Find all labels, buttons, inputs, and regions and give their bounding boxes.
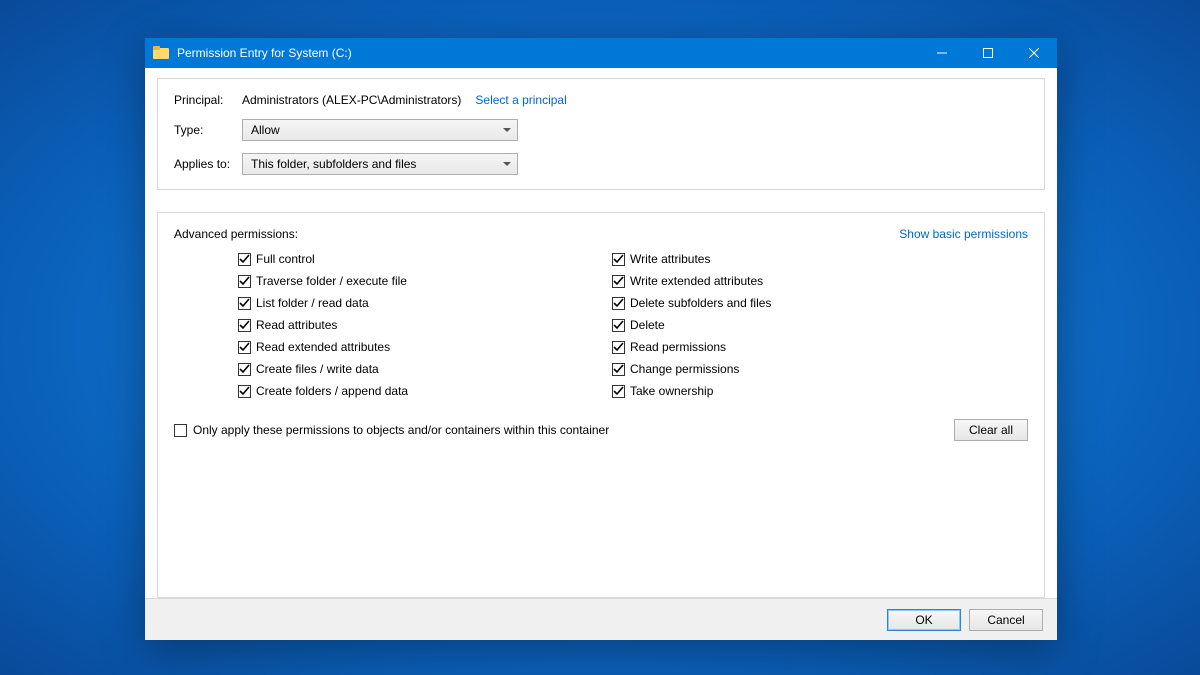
show-basic-permissions-link[interactable]: Show basic permissions <box>899 227 1028 241</box>
minimize-button[interactable] <box>919 38 965 68</box>
type-selected: Allow <box>251 123 497 137</box>
permission-row: Create folders / append data <box>238 383 612 399</box>
permission-checkbox[interactable] <box>612 385 625 398</box>
permission-row: Write attributes <box>612 251 986 267</box>
permission-row: Take ownership <box>612 383 986 399</box>
permission-label: Create folders / append data <box>256 383 408 399</box>
close-button[interactable] <box>1011 38 1057 68</box>
permissions-header: Advanced permissions: Show basic permiss… <box>174 227 1028 241</box>
principal-value: Administrators (ALEX-PC\Administrators) <box>242 93 461 107</box>
permission-checkbox[interactable] <box>612 253 625 266</box>
permission-label: Read attributes <box>256 317 337 333</box>
folder-icon <box>153 45 169 61</box>
applies-to-row: Applies to: This folder, subfolders and … <box>174 153 1028 175</box>
dialog-content: Principal: Administrators (ALEX-PC\Admin… <box>145 68 1057 598</box>
permission-checkbox[interactable] <box>238 275 251 288</box>
permission-checkbox[interactable] <box>612 363 625 376</box>
maximize-button[interactable] <box>965 38 1011 68</box>
permission-checkbox[interactable] <box>612 341 625 354</box>
permission-checkbox[interactable] <box>238 363 251 376</box>
permission-row: Change permissions <box>612 361 986 377</box>
permission-label: Delete subfolders and files <box>630 295 771 311</box>
permissions-panel: Advanced permissions: Show basic permiss… <box>157 212 1045 598</box>
ok-button[interactable]: OK <box>887 609 961 631</box>
principal-label: Principal: <box>174 93 242 107</box>
permission-row: Create files / write data <box>238 361 612 377</box>
only-apply-label: Only apply these permissions to objects … <box>193 423 609 437</box>
cancel-button[interactable]: Cancel <box>969 609 1043 631</box>
permission-checkbox[interactable] <box>612 275 625 288</box>
permission-label: Write extended attributes <box>630 273 763 289</box>
permission-label: Create files / write data <box>256 361 379 377</box>
permission-label: Full control <box>256 251 315 267</box>
principal-row: Principal: Administrators (ALEX-PC\Admin… <box>174 93 1028 107</box>
only-apply-row: Only apply these permissions to objects … <box>174 419 1028 441</box>
permission-label: List folder / read data <box>256 295 369 311</box>
permission-label: Read extended attributes <box>256 339 390 355</box>
permission-entry-window: Permission Entry for System (C:) Princip… <box>145 38 1057 640</box>
permission-label: Write attributes <box>630 251 710 267</box>
permission-checkbox[interactable] <box>238 297 251 310</box>
permission-row: List folder / read data <box>238 295 612 311</box>
dialog-footer: OK Cancel <box>145 598 1057 640</box>
permission-checkbox[interactable] <box>238 341 251 354</box>
permission-row: Full control <box>238 251 612 267</box>
clear-all-button[interactable]: Clear all <box>954 419 1028 441</box>
permission-checkbox[interactable] <box>238 385 251 398</box>
type-label: Type: <box>174 123 242 137</box>
applies-to-selected: This folder, subfolders and files <box>251 157 497 171</box>
permission-checkbox[interactable] <box>612 319 625 332</box>
permission-checkbox[interactable] <box>612 297 625 310</box>
permissions-columns: Full control Traverse folder / execute fi… <box>174 251 1028 399</box>
permissions-column-right: Write attributes Write extended attribute… <box>612 251 986 399</box>
chevron-down-icon <box>503 162 511 166</box>
titlebar[interactable]: Permission Entry for System (C:) <box>145 38 1057 68</box>
permission-checkbox[interactable] <box>238 253 251 266</box>
select-principal-link[interactable]: Select a principal <box>475 93 566 107</box>
advanced-permissions-label: Advanced permissions: <box>174 227 298 241</box>
permission-row: Write extended attributes <box>612 273 986 289</box>
window-title: Permission Entry for System (C:) <box>177 46 352 60</box>
only-apply-checkbox[interactable] <box>174 424 187 437</box>
permission-checkbox[interactable] <box>238 319 251 332</box>
type-dropdown[interactable]: Allow <box>242 119 518 141</box>
applies-to-dropdown[interactable]: This folder, subfolders and files <box>242 153 518 175</box>
chevron-down-icon <box>503 128 511 132</box>
permission-label: Read permissions <box>630 339 726 355</box>
type-row: Type: Allow <box>174 119 1028 141</box>
permission-row: Delete <box>612 317 986 333</box>
permission-label: Delete <box>630 317 665 333</box>
permission-label: Take ownership <box>630 383 713 399</box>
principal-panel: Principal: Administrators (ALEX-PC\Admin… <box>157 78 1045 190</box>
applies-to-label: Applies to: <box>174 157 242 171</box>
permission-row: Delete subfolders and files <box>612 295 986 311</box>
permission-row: Read permissions <box>612 339 986 355</box>
permission-row: Traverse folder / execute file <box>238 273 612 289</box>
permission-label: Change permissions <box>630 361 739 377</box>
permissions-column-left: Full control Traverse folder / execute fi… <box>238 251 612 399</box>
permission-row: Read attributes <box>238 317 612 333</box>
permission-label: Traverse folder / execute file <box>256 273 407 289</box>
permission-row: Read extended attributes <box>238 339 612 355</box>
